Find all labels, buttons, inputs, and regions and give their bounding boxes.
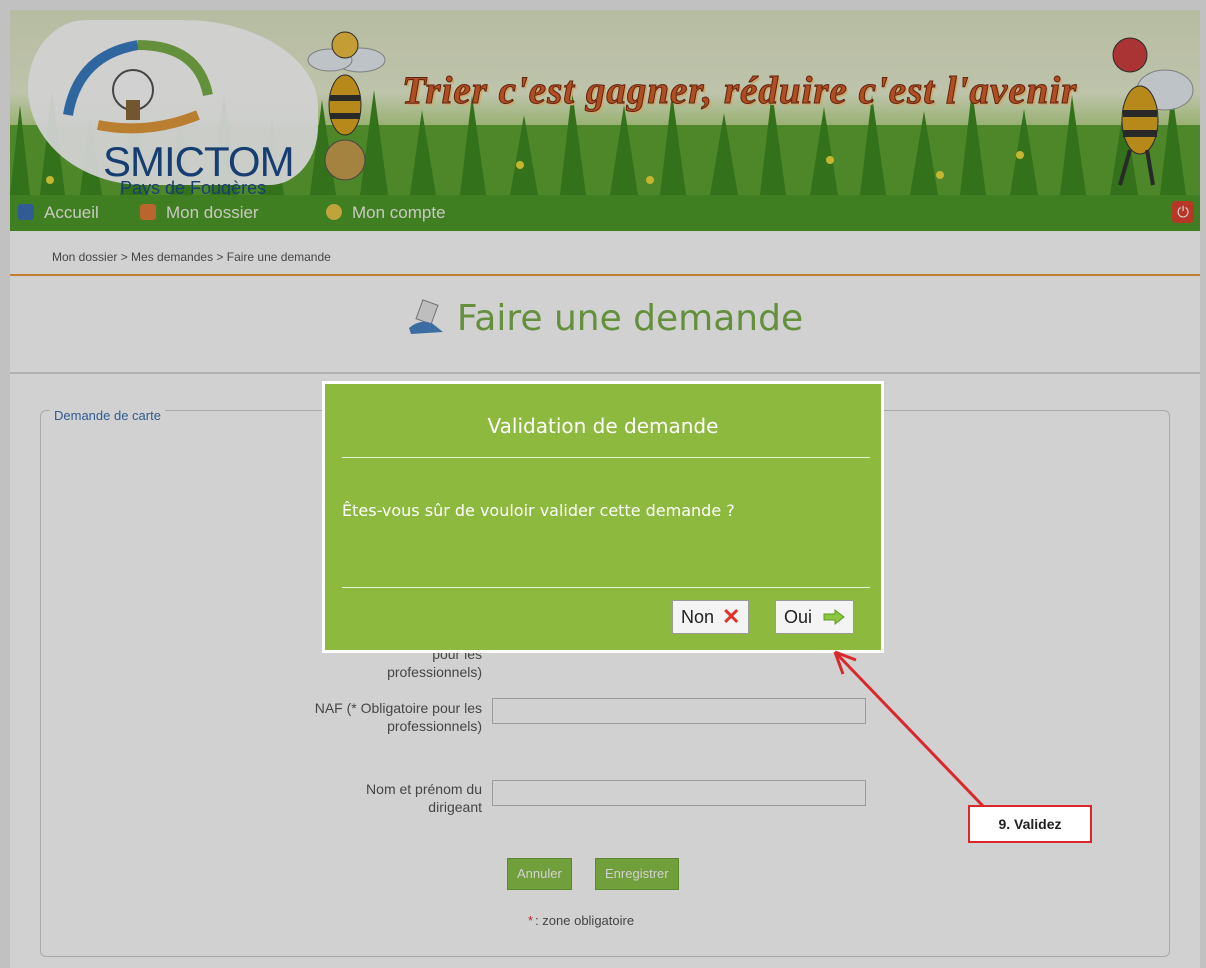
annotation-callout: 9. Validez bbox=[968, 805, 1092, 843]
